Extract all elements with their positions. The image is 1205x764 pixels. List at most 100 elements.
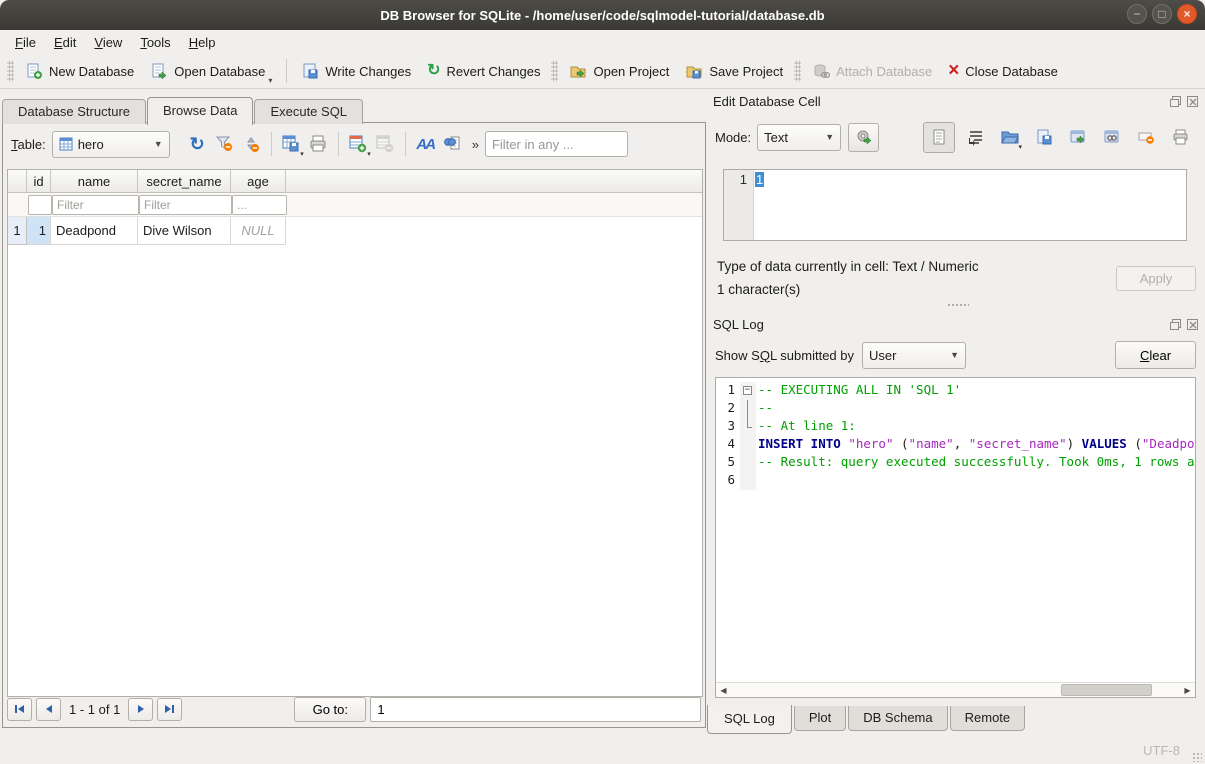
filter-any-input[interactable]	[485, 131, 628, 157]
print-icon	[1171, 128, 1189, 146]
right-dock: Edit Database Cell Mode: Text ▼	[707, 89, 1205, 764]
filter-input-age[interactable]	[232, 195, 287, 215]
menu-edit[interactable]: Edit	[45, 33, 85, 52]
dock-tab-remote[interactable]: Remote	[950, 706, 1026, 731]
text-mode-button[interactable]	[923, 122, 955, 153]
import-file-icon	[1000, 128, 1020, 146]
open-in-app-button[interactable]	[1064, 124, 1091, 151]
close-dock-icon[interactable]	[1186, 318, 1199, 331]
attach-database-label: Attach Database	[836, 64, 932, 79]
copy-link-button[interactable]	[1098, 124, 1125, 151]
goto-button[interactable]: Go to:	[294, 697, 366, 722]
sql-log-line: 6	[716, 472, 1195, 490]
tab-execute-sql[interactable]: Execute SQL	[254, 99, 363, 124]
print-cell-button[interactable]	[1166, 124, 1193, 151]
sql-log-hscrollbar[interactable]: ◀ ▶	[716, 682, 1195, 697]
dock-splitter-handle[interactable]	[947, 303, 969, 307]
save-table-button[interactable]: ▾	[278, 131, 305, 158]
menu-view[interactable]: View	[85, 33, 131, 52]
table-select[interactable]: hero ▼	[52, 131, 170, 158]
mode-select[interactable]: Text ▼	[757, 124, 841, 151]
toolbar-overflow-chevron[interactable]: »	[472, 137, 479, 152]
print-button[interactable]	[305, 131, 332, 158]
minimize-button[interactable]: −	[1127, 4, 1147, 24]
sql-log-line: 5-- Result: query executed successfully.…	[716, 454, 1195, 472]
cell-editor[interactable]: 1 1	[723, 169, 1187, 241]
scroll-left-icon[interactable]: ◀	[716, 683, 731, 697]
browse-toolbar: Table: hero ▼ ↻	[7, 128, 701, 160]
refresh-button[interactable]: ↻	[184, 131, 211, 158]
clear-log-button[interactable]: Clear	[1115, 341, 1196, 369]
sql-source-select[interactable]: User ▼	[862, 342, 966, 369]
apply-settings-button[interactable]	[848, 123, 879, 152]
write-changes-button[interactable]: Write Changes	[293, 57, 419, 85]
cell-age[interactable]: NULL	[231, 217, 286, 245]
column-header-secret-name[interactable]: secret_name	[138, 170, 231, 192]
column-header-id[interactable]: id	[27, 170, 51, 192]
row-number-header[interactable]: 1	[8, 217, 27, 245]
title-bar[interactable]: DB Browser for SQLite - /home/user/code/…	[0, 0, 1205, 30]
open-database-button[interactable]: Open Database ▾	[142, 57, 280, 85]
cell-name[interactable]: Deadpond	[51, 217, 138, 245]
word-wrap-button[interactable]	[962, 124, 989, 151]
first-record-button[interactable]	[7, 698, 32, 721]
next-record-button[interactable]	[128, 698, 153, 721]
cell-editor-content[interactable]: 1	[755, 172, 764, 187]
toolbar-grip[interactable]	[7, 60, 14, 82]
menu-tools[interactable]: Tools	[131, 33, 179, 52]
dock-tab-plot[interactable]: Plot	[794, 706, 846, 731]
cell-secret-name[interactable]: Dive Wilson	[138, 217, 231, 245]
dock-tab-sql-log[interactable]: SQL Log	[707, 705, 792, 734]
close-button[interactable]: ×	[1177, 4, 1197, 24]
filter-input-secret-name[interactable]	[139, 195, 232, 215]
export-cell-button[interactable]	[1030, 124, 1057, 151]
find-in-table-button[interactable]	[439, 131, 466, 158]
clear-sorting-button[interactable]	[238, 131, 265, 158]
cell-id[interactable]: 1	[27, 217, 51, 245]
menu-file[interactable]: File	[6, 33, 45, 52]
insert-record-menu-arrow[interactable]: ▾	[367, 150, 371, 158]
maximize-button[interactable]: □	[1152, 4, 1172, 24]
save-table-menu-arrow[interactable]: ▾	[300, 150, 304, 158]
float-dock-icon[interactable]	[1169, 95, 1182, 108]
open-database-menu-arrow[interactable]: ▾	[268, 76, 272, 85]
filter-input-id[interactable]	[28, 195, 52, 215]
sql-log-editor[interactable]: 1−-- EXECUTING ALL IN 'SQL 1'2--3-- At l…	[715, 377, 1196, 698]
close-database-button[interactable]: × Close Database	[940, 57, 1066, 85]
import-cell-button[interactable]: ▾	[996, 124, 1023, 151]
revert-changes-icon: ↻	[427, 63, 440, 79]
insert-record-button[interactable]: ▾	[345, 131, 372, 158]
first-record-icon	[14, 704, 25, 714]
edit-display-format-button[interactable]: AA	[412, 131, 439, 158]
new-database-label: New Database	[49, 64, 134, 79]
column-header-age[interactable]: age	[231, 170, 286, 192]
tab-browse-data[interactable]: Browse Data	[147, 97, 253, 125]
scrollbar-thumb[interactable]	[1061, 684, 1152, 696]
toolbar-grip[interactable]	[794, 60, 801, 82]
import-menu-arrow[interactable]: ▾	[1018, 143, 1022, 151]
save-project-button[interactable]: Save Project	[677, 57, 791, 85]
data-grid: id name secret_name age 1 1 Deadpond Div…	[7, 169, 703, 697]
revert-changes-button[interactable]: ↻ Revert Changes	[419, 57, 548, 85]
scroll-right-icon[interactable]: ▶	[1180, 683, 1195, 697]
tab-database-structure[interactable]: Database Structure	[2, 99, 146, 124]
dock-tab-db-schema[interactable]: DB Schema	[848, 706, 947, 731]
window-controls: − □ ×	[1127, 4, 1197, 24]
open-project-button[interactable]: Open Project	[561, 57, 677, 85]
resize-grip[interactable]	[1192, 752, 1202, 762]
fold-collapse-icon[interactable]: −	[743, 386, 752, 395]
clear-filters-button[interactable]	[211, 131, 238, 158]
set-null-button[interactable]	[1132, 124, 1159, 151]
save-project-icon	[685, 62, 703, 80]
column-header-name[interactable]: name	[51, 170, 138, 192]
last-record-button[interactable]	[157, 698, 182, 721]
filter-input-name[interactable]	[52, 195, 139, 215]
new-database-button[interactable]: New Database	[17, 57, 142, 85]
encoding-status: UTF-8	[1143, 743, 1180, 758]
toolbar-grip[interactable]	[551, 60, 558, 82]
goto-input[interactable]	[370, 697, 701, 722]
menu-help[interactable]: Help	[180, 33, 225, 52]
close-dock-icon[interactable]	[1186, 95, 1199, 108]
float-dock-icon[interactable]	[1169, 318, 1182, 331]
previous-record-button[interactable]	[36, 698, 61, 721]
